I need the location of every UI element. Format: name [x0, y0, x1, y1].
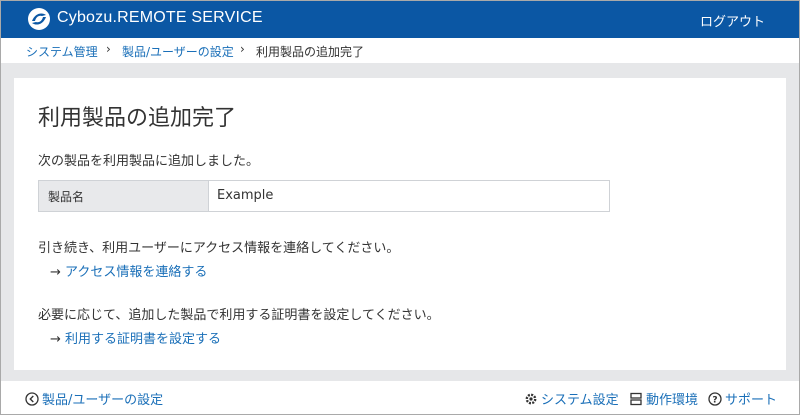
set-certificate-link[interactable]: 利用する証明書を設定する [65, 332, 221, 347]
gear-icon [525, 393, 537, 404]
breadcrumb-system-admin[interactable]: システム管理 [26, 45, 98, 59]
send-access-info-link[interactable]: アクセス情報を連絡する [65, 265, 207, 280]
access-instruction: 引き続き、利用ユーザーにアクセス情報を連絡してください。 [38, 241, 400, 256]
footer-bar: 製品/ユーザーの設定 システム設定 動作環境 ? サポート [1, 381, 799, 414]
cert-link-row: → 利用する証明書を設定する [50, 328, 221, 347]
product-logo-text: Cybozu.REMOTE SERVICE [57, 9, 263, 26]
help-circle-icon: ? [708, 391, 722, 406]
server-icon [630, 392, 642, 405]
back-to-product-user-settings-link[interactable]: 製品/ユーザーの設定 [42, 389, 163, 408]
arrow-icon: → [50, 265, 61, 280]
completion-message: 次の製品を利用製品に追加しました。 [38, 154, 260, 169]
breadcrumb: システム管理 › 製品/ユーザーの設定 › 利用製品の追加完了 [1, 38, 799, 63]
breadcrumb-product-user-settings[interactable]: 製品/ユーザーの設定 [122, 45, 234, 59]
support-link[interactable]: サポート [725, 389, 777, 408]
cybozu-logo-icon [28, 8, 50, 30]
logout-link[interactable]: ログアウト [700, 11, 765, 30]
access-link-row: → アクセス情報を連絡する [50, 261, 207, 280]
svg-text:?: ? [712, 395, 717, 405]
footer-support-item[interactable]: ? サポート [708, 389, 777, 408]
environment-link[interactable]: 動作環境 [646, 389, 698, 408]
product-name-header: 製品名 [39, 181, 209, 211]
back-circle-icon [25, 391, 39, 406]
system-settings-link[interactable]: システム設定 [541, 389, 619, 408]
footer-environment-item[interactable]: 動作環境 [629, 389, 698, 408]
footer-system-settings-item[interactable]: システム設定 [524, 389, 619, 408]
product-table: 製品名 Example [38, 180, 610, 212]
product-name-value: Example [217, 188, 274, 203]
breadcrumb-separator: › [240, 42, 245, 56]
page-title: 利用製品の追加完了 [38, 106, 237, 131]
breadcrumb-current: 利用製品の追加完了 [256, 45, 365, 59]
breadcrumb-separator: › [106, 42, 111, 56]
footer-back-item[interactable]: 製品/ユーザーの設定 [25, 389, 163, 408]
cert-instruction: 必要に応じて、追加した製品で利用する証明書を設定してください。 [38, 308, 440, 323]
arrow-icon: → [50, 332, 61, 347]
header-bar: Cybozu.REMOTE SERVICE ログアウト [1, 1, 799, 38]
